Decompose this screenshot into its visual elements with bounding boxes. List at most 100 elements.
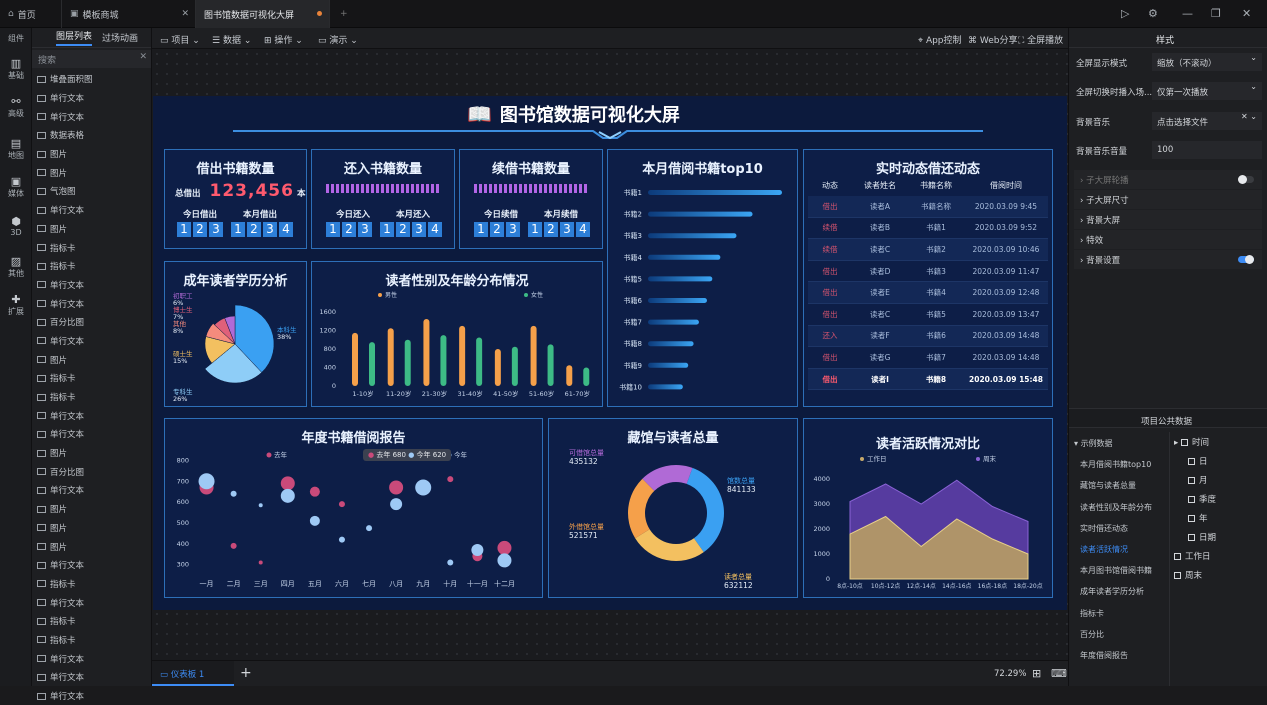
public-data-item[interactable]: 指标卡 [1069,602,1169,623]
layer-item[interactable]: 图片 [32,220,151,239]
dashboard-tab[interactable]: ▭ 仪表板 1 [152,661,234,686]
clear-icon[interactable]: ✕ [139,52,147,62]
return-card[interactable]: 还入书籍数量 今日还入 本月还入 123 1234 [311,149,455,249]
layer-item[interactable]: 图片 [32,350,151,369]
layer-item[interactable]: 图片 [32,163,151,182]
layer-item[interactable]: 单行文本 [32,201,151,220]
layer-item[interactable]: 指标卡 [32,369,151,388]
nav-advanced[interactable]: ⚯ 高级 [0,96,32,119]
tab-home[interactable]: ⌂ 首页 [0,0,62,28]
data-field-item[interactable]: 日 [1188,455,1208,467]
layer-item[interactable]: 百分比图 [32,313,151,332]
table-row[interactable]: 借出 读者I 书籍8 2020.03.09 15:48 [808,368,1048,391]
public-data-item[interactable]: 读者活跃情况 [1069,538,1169,559]
layer-item[interactable]: 单行文本 [32,425,151,444]
tab-library-dashboard[interactable]: 图书馆数据可视化大屏 [196,0,330,28]
layer-item[interactable]: 指标卡 [32,388,151,407]
layer-item[interactable]: 指标卡 [32,612,151,631]
public-data-item[interactable]: ▾ 示例数据 [1069,432,1169,453]
top10-panel[interactable]: 本月借阅书籍top10 书籍1 书籍2 书籍3 书籍4 书籍5 书籍6 书籍7 书籍8 书籍9 书… [607,149,798,407]
public-data-item[interactable]: 藏馆与读者总量 [1069,474,1169,495]
nav-media[interactable]: ▣ 媒体 [0,176,32,199]
public-data-item[interactable]: 本月借阅书籍top10 [1069,453,1169,474]
layer-item[interactable]: 指标卡 [32,257,151,276]
fullscreen-mode-select[interactable]: 缩放（不滚动） ⌄ [1152,53,1262,71]
layer-item[interactable]: 指标卡 [32,631,151,650]
maximize-icon[interactable]: ❐ [1211,7,1221,20]
checkbox[interactable] [1188,477,1195,484]
collection-panel[interactable]: 藏馆与读者总量 馆数总量 841133 读者总量 632112 外借馆总量 521571 可… [548,418,798,598]
data-field-item[interactable]: ▸ 时间 [1174,436,1209,448]
data-field-item[interactable]: 日期 [1188,531,1216,543]
checkbox[interactable] [1188,496,1195,503]
app-control-button[interactable]: ⌖ App控制 [918,33,962,46]
tab-template-store[interactable]: ▣ 模板商城 ✕ [62,0,196,28]
bg-volume-input[interactable]: 100 [1152,141,1262,159]
menu-operate[interactable]: ⊞ 操作 ⌄ [264,33,303,46]
gender-panel[interactable]: 读者性别及年龄分布情况 0 400 800 1200 1600 男性 女性 1-10岁 11-2… [311,261,603,407]
active-panel[interactable]: 读者活跃情况对比 0 1000 2000 3000 4000 工作日 周末 8点-10点 10点… [803,418,1053,598]
live-panel[interactable]: 实时动态借还动态 动态 读者姓名 书籍名称 借阅时间 借出 读者A 书籍名称 2020.03.… [803,149,1053,407]
minimize-icon[interactable]: — [1182,7,1193,20]
layer-item[interactable]: 气泡图 [32,182,151,201]
layer-item[interactable]: 指标卡 [32,238,151,257]
layer-item[interactable]: 百分比图 [32,462,151,481]
menu-demo[interactable]: ▭ 演示 ⌄ [318,33,358,46]
layer-item[interactable]: 单行文本 [32,593,151,612]
table-row[interactable]: 借出 读者C 书籍5 2020.03.09 13:47 [808,304,1048,326]
fullscreen-play-button[interactable]: ⛶ 全屏播放 [1018,33,1063,46]
layer-item[interactable]: 图片 [32,145,151,164]
layer-item[interactable]: 图片 [32,537,151,556]
checkbox[interactable] [1188,515,1195,522]
annual-panel[interactable]: 年度书籍借阅报告 300 400 500 600 700 800 去年 今年 一月 二月 三月 四月五… [164,418,543,598]
section-bg-settings[interactable]: › 背景设置 [1074,250,1262,269]
play-icon[interactable]: ▷ [1121,7,1129,20]
borrow-card[interactable]: 借出书籍数量 总借出 123,456 本 今日借出 本月借出 123 1234 [164,149,307,249]
data-field-item[interactable]: 周末 [1174,569,1202,581]
nav-3d[interactable]: ⬢ 3D [0,216,32,238]
tab-layer-list[interactable]: 图层列表 [56,29,93,46]
section-bg-screen[interactable]: › 背景大屏 [1074,210,1262,229]
layer-item[interactable]: 单行文本 [32,89,151,108]
checkbox[interactable] [1174,572,1181,579]
checkbox[interactable] [1174,553,1181,560]
fit-screen-icon[interactable]: ⊞ [1032,667,1041,680]
layer-item[interactable]: 单行文本 [32,668,151,687]
public-data-item[interactable]: 读者性别及年龄分布 [1069,496,1169,517]
renew-card[interactable]: 续借书籍数量 今日续借 本月续借 123 1234 [459,149,603,249]
close-icon[interactable]: ✕ [181,9,189,19]
section-effects[interactable]: › 特效 [1074,230,1262,249]
edu-panel[interactable]: 成年读者学历分析 本科生 38% 专科生 26% 硕士生 15% 其他 8% 博士生 7% 初职工 6… [164,261,307,407]
layer-item[interactable]: 数据表格 [32,126,151,145]
settings-icon[interactable]: ⚙ [1148,7,1158,20]
table-row[interactable]: 续借 读者C 书籍2 2020.03.09 10:46 [808,239,1048,261]
public-data-item[interactable]: 本月图书馆借阅书籍 [1069,559,1169,580]
layer-item[interactable]: 图片 [32,500,151,519]
add-dashboard-button[interactable]: + [240,665,252,681]
dashboard-canvas[interactable]: 📖 图书馆数据可视化大屏 借出书籍数量 总借出 123,456 本 今日借出 本… [153,96,1067,610]
table-row[interactable]: 还入 读者F 书籍6 2020.03.09 14:48 [808,325,1048,348]
data-field-item[interactable]: 月 [1188,474,1208,486]
layer-item[interactable]: 指标卡 [32,575,151,594]
menu-data[interactable]: ☰ 数据 ⌄ [212,33,251,46]
close-window-icon[interactable]: ✕ [1242,7,1251,20]
table-row[interactable]: 借出 读者A 书籍名称 2020.03.09 9:45 [808,196,1048,218]
public-data-item[interactable]: 年度借阅报告 [1069,644,1169,665]
menu-project[interactable]: ▭ 项目 ⌄ [160,33,200,46]
layer-item[interactable]: 单行文本 [32,556,151,575]
tab-style[interactable]: 样式 [1156,33,1174,46]
bg-settings-toggle[interactable] [1238,255,1254,264]
layer-item[interactable]: 图片 [32,444,151,463]
tab-transition[interactable]: 过场动画 [102,31,138,44]
layer-item[interactable]: 图片 [32,519,151,538]
section-sub-carousel[interactable]: › 子大屏轮播 [1074,170,1262,189]
checkbox[interactable] [1180,439,1188,446]
table-row[interactable]: 续借 读者B 书籍1 2020.03.09 9:52 [808,218,1048,240]
nav-map[interactable]: ▤ 地图 [0,138,32,161]
carousel-toggle[interactable] [1238,175,1254,184]
enter-anim-select[interactable]: 仅第一次播放 ⌄ [1152,82,1262,100]
zoom-level[interactable]: 72.29% [994,669,1026,679]
nav-extend[interactable]: ✚ 扩展 [0,294,32,317]
data-field-item[interactable]: 季度 [1188,493,1216,505]
new-tab-button[interactable]: + [330,0,358,28]
